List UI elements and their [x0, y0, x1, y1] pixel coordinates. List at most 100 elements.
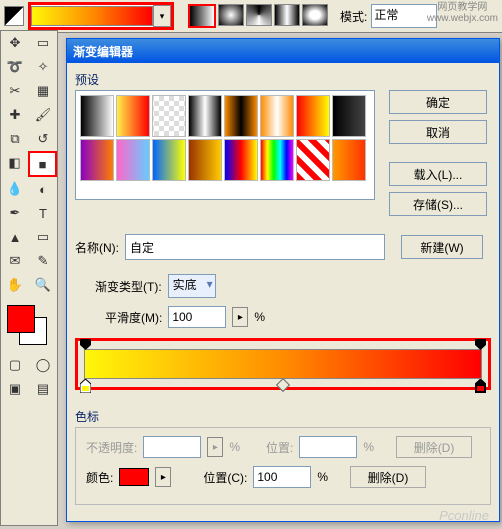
- pen-tool[interactable]: ✒: [1, 201, 29, 225]
- gradient-preview-swatch: [31, 6, 153, 26]
- watermark-text-2: www.webjx.com: [427, 13, 498, 24]
- ok-button[interactable]: 确定: [389, 90, 487, 114]
- preset-swatch-6[interactable]: [296, 95, 330, 137]
- type-tool[interactable]: T: [29, 201, 57, 225]
- color-picker: [7, 305, 47, 345]
- position-c-label: 位置(C):: [203, 469, 247, 486]
- diamond-gradient-button[interactable]: [302, 4, 328, 26]
- gradient-ramp-editor: [75, 338, 491, 390]
- cancel-button[interactable]: 取消: [389, 120, 487, 144]
- lasso-tool[interactable]: ➰: [1, 55, 29, 79]
- preset-swatch-4[interactable]: [224, 95, 258, 137]
- screen-mode-std[interactable]: ▢: [1, 353, 29, 377]
- toolbox: ✥▭ ➰✧ ✂▦ ✚🖌 ⧉↺ ◧■ 💧◐ ✒T ▲▭ ✉✎ ✋🔍 ▢◯ ▣▤: [0, 30, 58, 526]
- history-brush-tool[interactable]: ↺: [29, 127, 57, 151]
- new-button[interactable]: 新建(W): [401, 235, 483, 259]
- preset-swatch-7[interactable]: [332, 95, 366, 137]
- stops-label: 色标: [75, 408, 491, 425]
- stamp-tool[interactable]: ⧉: [1, 127, 29, 151]
- brush-tool[interactable]: 🖌: [29, 103, 57, 127]
- screen-mode-2[interactable]: ▤: [29, 377, 57, 401]
- preset-swatch-11[interactable]: [188, 139, 222, 181]
- hand-tool[interactable]: ✋: [1, 273, 29, 297]
- options-bar: ▾ 模式: 正常 网页教学网 www.webjx.com: [0, 0, 502, 33]
- color-stop-right[interactable]: [475, 379, 486, 393]
- stops-fieldset: 不透明度: ▸ % 位置: % 删除(D) 颜色: ▸ 位置(C): % 删: [75, 427, 491, 505]
- gradient-tool[interactable]: ■: [28, 151, 57, 177]
- dialog-titlebar[interactable]: 渐变编辑器: [67, 39, 499, 63]
- gradient-dropdown-icon[interactable]: ▾: [153, 5, 171, 27]
- crop-tool[interactable]: ✂: [1, 79, 29, 103]
- delete-color-stop-button[interactable]: 删除(D): [350, 466, 426, 488]
- load-button[interactable]: 载入(L)...: [389, 162, 487, 186]
- stop-color-swatch[interactable]: [119, 468, 149, 486]
- preset-swatch-9[interactable]: [116, 139, 150, 181]
- wand-tool[interactable]: ✧: [29, 55, 57, 79]
- eraser-tool[interactable]: ◧: [1, 151, 28, 175]
- color-picker-arrow-icon[interactable]: ▸: [155, 467, 171, 487]
- gradient-type-group: [188, 4, 328, 28]
- preset-swatch-15[interactable]: [332, 139, 366, 181]
- opacity-unit: %: [229, 440, 240, 454]
- dialog-side-buttons: 确定 取消 载入(L)... 存储(S)...: [389, 90, 487, 216]
- color-stop-left[interactable]: [80, 379, 91, 393]
- position-input: [299, 436, 357, 458]
- slice-tool[interactable]: ▦: [29, 79, 57, 103]
- midpoint-handle[interactable]: [276, 378, 290, 392]
- gradient-picker[interactable]: ▾: [28, 2, 174, 30]
- eyedropper-tool[interactable]: ✎: [29, 249, 57, 273]
- path-select-tool[interactable]: ▲: [1, 225, 29, 249]
- gradient-editor-dialog: 渐变编辑器 预设 确定 取消 载入(L)... 存储(S)... 名称(N): …: [66, 38, 500, 522]
- opacity-stop-right[interactable]: [475, 339, 486, 350]
- radial-gradient-button[interactable]: [218, 4, 244, 26]
- preset-grid[interactable]: [75, 90, 375, 200]
- position-c-input[interactable]: [253, 466, 311, 488]
- smooth-stepper-icon[interactable]: ▸: [232, 307, 248, 327]
- reflected-gradient-button[interactable]: [274, 4, 300, 26]
- dialog-title: 渐变编辑器: [73, 43, 133, 60]
- smooth-input[interactable]: [168, 306, 226, 328]
- opacity-label: 不透明度:: [86, 439, 137, 456]
- move-tool[interactable]: ✥: [1, 31, 29, 55]
- screen-mode-1[interactable]: ▣: [1, 377, 29, 401]
- watermark-bottom: Pconline: [439, 508, 489, 523]
- preset-swatch-10[interactable]: [152, 139, 186, 181]
- dialog-body: 预设 确定 取消 载入(L)... 存储(S)... 名称(N): 新建(W) …: [67, 63, 499, 529]
- foreground-color-swatch[interactable]: [7, 305, 35, 333]
- notes-tool[interactable]: ✉: [1, 249, 29, 273]
- gradient-type-select[interactable]: 实底: [168, 274, 216, 298]
- gradient-ramp[interactable]: [84, 349, 482, 379]
- name-label: 名称(N):: [75, 239, 119, 256]
- preset-swatch-1[interactable]: [116, 95, 150, 137]
- shape-tool[interactable]: ▭: [29, 225, 57, 249]
- preset-swatch-0[interactable]: [80, 95, 114, 137]
- mode-label: 模式:: [340, 8, 367, 25]
- dodge-tool[interactable]: ◐: [29, 177, 57, 201]
- tool-preset-picker[interactable]: [4, 6, 24, 26]
- preset-swatch-12[interactable]: [224, 139, 258, 181]
- angle-gradient-button[interactable]: [246, 4, 272, 26]
- preset-swatch-5[interactable]: [260, 95, 294, 137]
- type-label: 渐变类型(T):: [95, 278, 162, 295]
- color-label: 颜色:: [86, 469, 113, 486]
- delete-opacity-stop-button: 删除(D): [396, 436, 472, 458]
- linear-gradient-button[interactable]: [188, 4, 216, 28]
- marquee-tool[interactable]: ▭: [29, 31, 57, 55]
- heal-tool[interactable]: ✚: [1, 103, 29, 127]
- preset-swatch-2[interactable]: [152, 95, 186, 137]
- watermark-top: 网页教学网 www.webjx.com: [427, 2, 498, 24]
- quick-mask[interactable]: ◯: [29, 353, 57, 377]
- blur-tool[interactable]: 💧: [1, 177, 29, 201]
- preset-swatch-14[interactable]: [296, 139, 330, 181]
- position-unit: %: [363, 440, 374, 454]
- preset-swatch-8[interactable]: [80, 139, 114, 181]
- save-button[interactable]: 存储(S)...: [389, 192, 487, 216]
- position-c-unit: %: [317, 470, 328, 484]
- zoom-tool[interactable]: 🔍: [29, 273, 57, 297]
- position-label: 位置:: [266, 439, 293, 456]
- preset-swatch-3[interactable]: [188, 95, 222, 137]
- smooth-unit: %: [254, 310, 265, 324]
- name-input[interactable]: [125, 234, 385, 260]
- preset-swatch-13[interactable]: [260, 139, 294, 181]
- opacity-stop-left[interactable]: [80, 339, 91, 350]
